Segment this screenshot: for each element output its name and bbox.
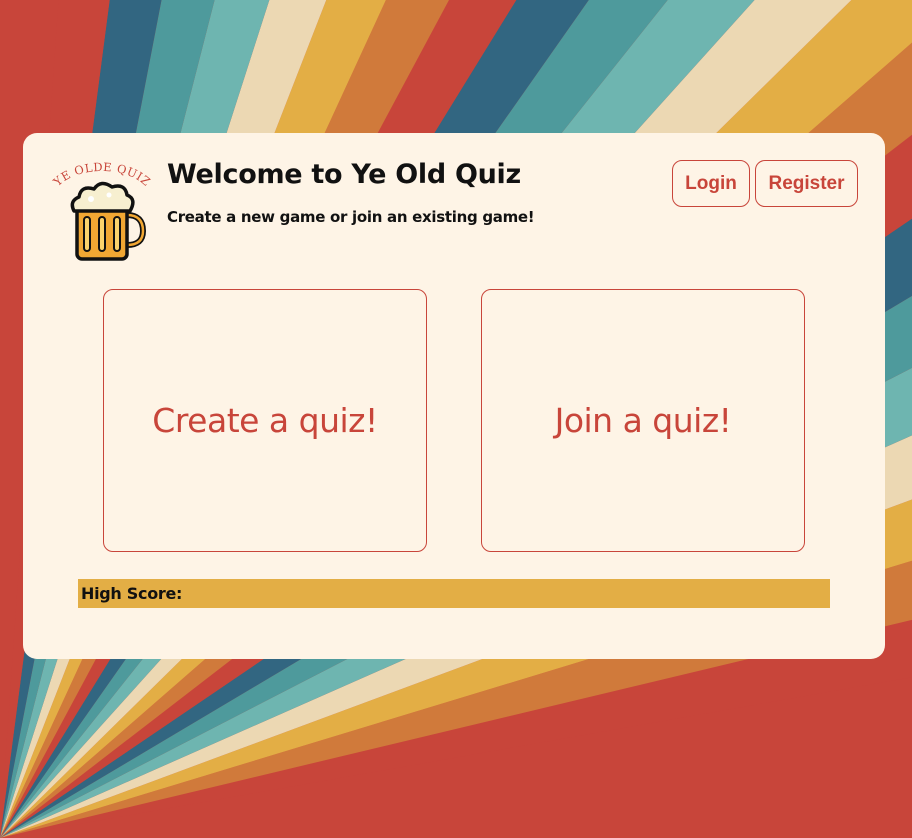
join-quiz-label: Join a quiz! [554,401,732,440]
create-quiz-label: Create a quiz! [152,401,378,440]
high-score-bar: High Score: [78,579,830,608]
join-quiz-button[interactable]: Join a quiz! [481,289,805,552]
logo: YE OLDE QUIZ [50,160,153,261]
login-button[interactable]: Login [672,160,750,207]
page-title: Welcome to Ye Old Quiz [167,159,521,190]
beer-mug-icon [70,181,147,261]
high-score-label: High Score: [81,584,183,603]
create-quiz-button[interactable]: Create a quiz! [103,289,427,552]
welcome-card: YE OLDE QUIZ Welcome to Ye Old Quiz Crea… [23,133,885,659]
register-button[interactable]: Register [755,160,858,207]
page-subtitle: Create a new game or join an existing ga… [167,208,535,226]
